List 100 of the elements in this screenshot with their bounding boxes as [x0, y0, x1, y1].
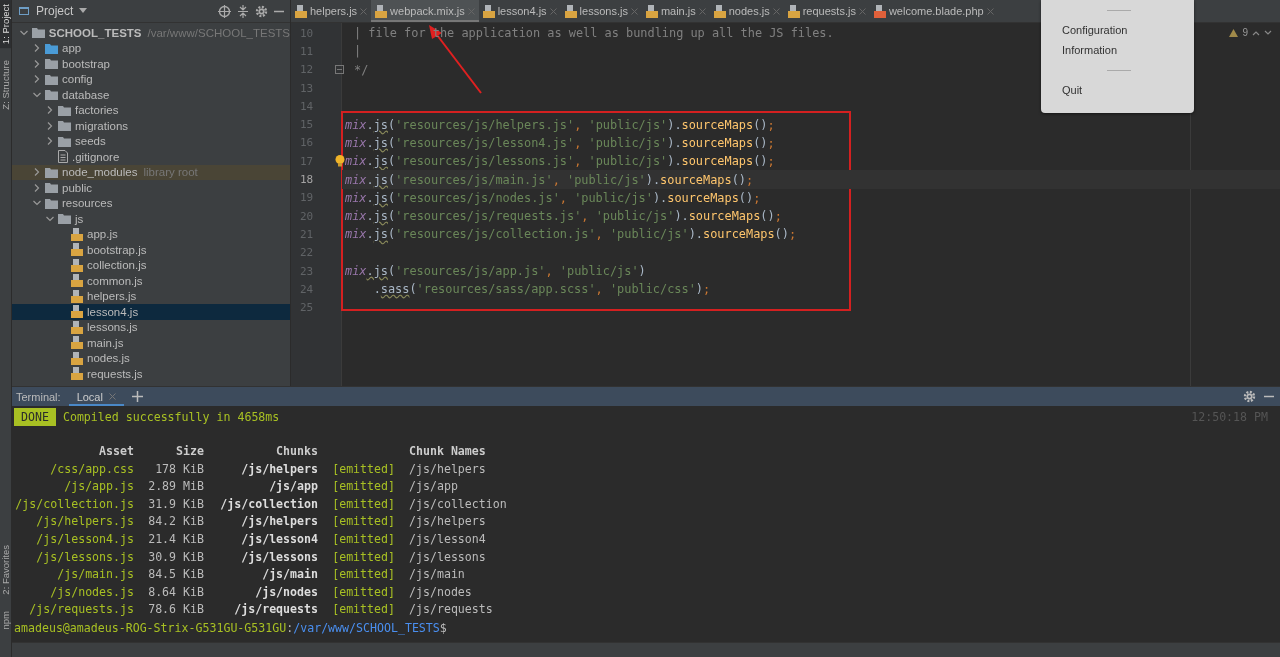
panel-title[interactable]: Project	[36, 4, 74, 18]
folder-icon	[58, 135, 71, 147]
tool-window-tab[interactable]: 2: Favorites	[0, 540, 11, 599]
warning-count[interactable]: 9	[1242, 27, 1248, 38]
tree-item[interactable]: SCHOOL_TESTS /var/www/SCHOOL_TESTS	[12, 25, 290, 41]
table-cell-text: /js/app.js	[63, 478, 134, 496]
table-cell-text: /js/nodes.js	[49, 583, 134, 601]
js-file-icon	[71, 289, 83, 303]
tree-item[interactable]: js	[12, 211, 290, 227]
code-line: mix.js('resources/js/app.js', 'public/js')	[345, 263, 646, 279]
tree-item[interactable]: app	[12, 40, 290, 56]
js-file-icon	[71, 351, 83, 365]
table-cell-text: /js/main.js	[56, 566, 134, 584]
tree-item[interactable]: .gitignore	[12, 149, 290, 165]
library-root-label: library root	[143, 166, 198, 179]
table-cell-text: /js/collection	[408, 495, 507, 513]
editor-tab[interactable]: welcome.blade.php	[869, 0, 998, 22]
tree-item[interactable]: lesson4.js	[12, 304, 290, 320]
menu-item[interactable]: Configuration	[1062, 20, 1194, 40]
js-file-icon	[787, 4, 800, 18]
tree-item[interactable]: main.js	[12, 335, 290, 351]
tree-item[interactable]: common.js	[12, 273, 290, 289]
close-icon[interactable]	[630, 7, 638, 15]
table-cell-text: /js/lesson4.js	[35, 530, 134, 548]
table-cell-text: 84.2 KiB	[147, 513, 204, 531]
tool-window-tab[interactable]: Z: Structure	[0, 56, 11, 114]
editor-tab[interactable]: nodes.js	[709, 0, 784, 22]
tree-item[interactable]: factories	[12, 102, 290, 118]
js-file-icon	[71, 227, 83, 241]
folder-icon	[45, 73, 58, 85]
tree-item[interactable]: seeds	[12, 133, 290, 149]
table-cell-text: [emitted]	[331, 478, 395, 496]
table-cell-text: /js/lessons	[408, 548, 487, 566]
table-cell-text: /js/requests	[408, 601, 494, 619]
menu-item[interactable]: Information	[1062, 40, 1194, 60]
close-icon[interactable]	[360, 7, 368, 15]
menu-item[interactable]: Quit	[1062, 80, 1194, 100]
fold-icon[interactable]	[335, 65, 344, 75]
table-cell-text: 31.9 KiB	[147, 495, 204, 513]
locate-icon[interactable]	[218, 4, 231, 18]
folder-icon	[58, 213, 71, 225]
chevron-up-icon[interactable]	[1252, 29, 1260, 36]
tree-item[interactable]: lessons.js	[12, 319, 290, 335]
tree-item[interactable]: helpers.js	[12, 288, 290, 304]
chevron-down-icon[interactable]	[33, 90, 41, 99]
js-file-icon	[71, 336, 83, 350]
tree-item[interactable]: config	[12, 71, 290, 87]
table-cell-text: /js/app	[268, 478, 318, 496]
table-cell-text: /js/collection.js	[14, 495, 134, 513]
tree-item[interactable]: app.js	[12, 226, 290, 242]
editor-tab[interactable]: helpers.js	[291, 0, 372, 22]
code-line: mix.js('resources/js/helpers.js', 'public/js').sourceMaps();	[345, 116, 775, 133]
tree-item[interactable]: public	[12, 180, 290, 196]
tree-item[interactable]: bootstrap.js	[12, 242, 290, 258]
folder-icon	[58, 120, 71, 132]
code-line: mix.js('resources/js/requests.js', 'public/js').sourceMaps();	[345, 208, 782, 225]
tree-item[interactable]: collection.js	[12, 257, 290, 273]
lightbulb-icon[interactable]	[335, 155, 345, 168]
tree-item[interactable]: resources	[12, 195, 290, 211]
tree-item[interactable]: node_modules library root	[12, 164, 290, 180]
tree-item[interactable]: migrations	[12, 118, 290, 134]
tool-window-tab[interactable]: 1: Project	[0, 0, 11, 49]
collapse-icon[interactable]	[237, 4, 249, 18]
table-cell-text: /js/main	[408, 566, 466, 584]
terminal-tab[interactable]: Local	[68, 387, 124, 406]
close-icon[interactable]	[698, 7, 706, 15]
terminal-message: Compiled successfully in 4658ms	[62, 410, 280, 424]
code-line: .sass('resources/sass/app.scss', 'public/css');	[372, 281, 711, 298]
editor-tab[interactable]: lessons.js	[560, 0, 642, 22]
close-icon[interactable]	[986, 7, 994, 15]
settings-icon[interactable]	[1243, 390, 1256, 403]
tool-window-tab[interactable]: npm	[0, 606, 11, 633]
table-cell-text: /js/lesson4	[240, 530, 318, 548]
table-cell-text: /js/helpers	[408, 460, 487, 478]
close-icon[interactable]	[858, 7, 866, 15]
editor-tab[interactable]: requests.js	[783, 0, 870, 22]
chevron-down-icon[interactable]	[20, 28, 28, 37]
editor-tab[interactable]: lesson4.js	[478, 0, 561, 22]
chevron-down-icon[interactable]	[1264, 29, 1272, 36]
table-cell-text: 84.5 KiB	[147, 566, 204, 584]
code-line: */	[353, 61, 369, 78]
close-icon[interactable]	[108, 393, 116, 400]
js-file-icon	[375, 4, 388, 18]
tree-item[interactable]: database	[12, 87, 290, 103]
table-cell-text: /js/lessons	[240, 548, 318, 566]
tree-item[interactable]: requests.js	[12, 366, 290, 382]
close-icon[interactable]	[772, 7, 780, 15]
settings-icon[interactable]	[255, 4, 268, 18]
table-cell-text: [emitted]	[331, 601, 395, 619]
terminal-title: Terminal:	[16, 390, 61, 403]
add-icon[interactable]	[131, 391, 143, 402]
folder-icon	[45, 182, 58, 194]
caret-icon[interactable]	[79, 8, 88, 14]
js-file-icon	[645, 4, 658, 18]
close-icon[interactable]	[549, 7, 557, 15]
warning-icon[interactable]	[1229, 28, 1239, 37]
editor-tab[interactable]: main.js	[641, 0, 710, 22]
editor-tab[interactable]: webpack.mix.js	[371, 0, 479, 22]
tree-item[interactable]: bootstrap	[12, 56, 290, 72]
tree-item[interactable]: nodes.js	[12, 350, 290, 366]
